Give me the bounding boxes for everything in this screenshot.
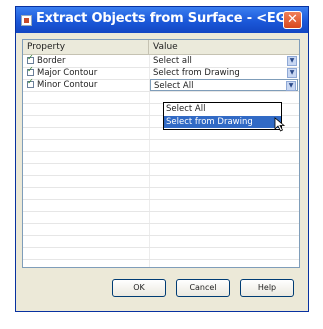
property-label: Border	[37, 56, 66, 66]
title-bar[interactable]: Extract Objects from Surface - <EG> ✕	[16, 7, 308, 33]
window-title: Extract Objects from Surface - <EG>	[36, 11, 297, 26]
dialog-window: Extract Objects from Surface - <EG> ✕ Pr…	[15, 6, 309, 312]
row-line	[23, 163, 299, 164]
close-icon: ✕	[287, 12, 298, 27]
value-text: Select from Drawing	[153, 68, 240, 78]
border-checkbox[interactable]	[27, 53, 34, 64]
row-line	[23, 175, 299, 176]
value-text: Select All	[154, 81, 194, 91]
value-column-header[interactable]: Value	[149, 40, 299, 55]
ok-button[interactable]: OK	[112, 279, 166, 297]
minor-contour-checkbox[interactable]	[27, 77, 34, 88]
value-text: Select all	[153, 56, 192, 66]
property-column-header[interactable]: Property	[23, 40, 149, 55]
value-combo[interactable]: Select all ▼	[150, 55, 298, 67]
dropdown-option[interactable]: Select All	[164, 103, 281, 115]
row-line	[23, 259, 299, 260]
chevron-down-icon[interactable]: ▼	[287, 68, 297, 78]
value-combo-active[interactable]: Select All ▼	[150, 79, 298, 91]
dropdown-option-highlighted[interactable]: Select from Drawing	[164, 116, 281, 128]
help-button[interactable]: Help	[240, 279, 294, 297]
row-line	[23, 235, 299, 236]
value-combo[interactable]: Select from Drawing ▼	[150, 67, 298, 79]
row-line	[23, 187, 299, 188]
row-line	[23, 199, 299, 200]
row-line	[23, 211, 299, 212]
dropdown-list[interactable]: Select All Select from Drawing	[163, 102, 282, 130]
property-grid: Property Value Border Select all ▼ Major…	[22, 39, 300, 268]
row-line	[23, 223, 299, 224]
major-contour-checkbox[interactable]	[27, 65, 34, 76]
row-line	[23, 139, 299, 140]
property-label: Minor Contour	[37, 80, 98, 90]
chevron-down-icon[interactable]: ▼	[287, 56, 297, 66]
app-icon	[21, 15, 32, 26]
row-line	[23, 151, 299, 152]
row-line	[23, 247, 299, 248]
close-button[interactable]: ✕	[283, 11, 302, 29]
property-label: Major Contour	[37, 68, 98, 78]
chevron-down-icon[interactable]: ▼	[286, 81, 296, 91]
mouse-pointer-icon	[274, 117, 286, 132]
cancel-button[interactable]: Cancel	[176, 279, 230, 297]
